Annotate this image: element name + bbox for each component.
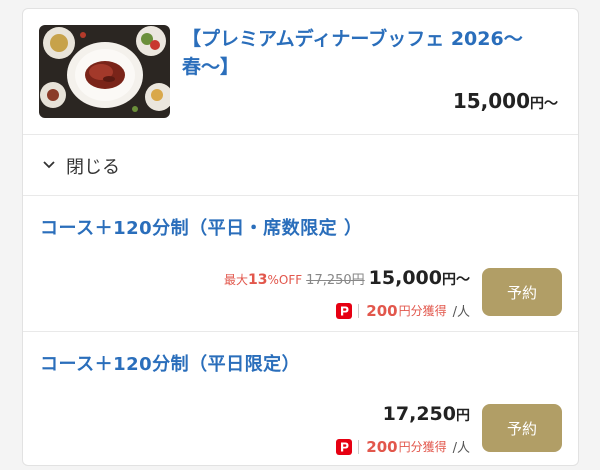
points-value: 200 (366, 301, 398, 320)
points-line: 200 円分獲得 /人 (336, 437, 470, 456)
course-price: 17,250円 (382, 403, 470, 425)
divider (358, 439, 360, 454)
reserve-button[interactable]: 予約 (482, 268, 562, 316)
course-row: コース＋120分制（平日限定） 17,250円 200 円分獲得 /人 予約 (23, 333, 578, 465)
collapse-label: 閉じる (66, 157, 120, 178)
plan-price-unit: 円〜 (530, 96, 558, 112)
paypay-icon (336, 302, 353, 319)
plan-title-link[interactable]: 【プレミアムディナーブッフェ 2026〜春〜】 (182, 25, 562, 81)
course-price-line: 17,250円 (379, 403, 470, 425)
plan-thumbnail-image[interactable] (39, 25, 170, 118)
course-title-link[interactable]: コース＋120分制（平日限定） (40, 350, 300, 376)
points-value: 200 (366, 437, 398, 456)
course-price-line: 最大13%OFF 17,250円 15,000円〜 (224, 267, 470, 289)
course-row: コース＋120分制（平日・席数限定 ） 最大13%OFF 17,250円 15,00… (23, 197, 578, 332)
plan-price: 15,000円〜 (453, 89, 558, 113)
chevron-down-icon (43, 161, 55, 169)
points-line: 200 円分獲得 /人 (336, 301, 470, 320)
reserve-button[interactable]: 予約 (482, 404, 562, 452)
points-suffix: 円分獲得 (398, 304, 447, 318)
points-suffix: 円分獲得 (398, 440, 447, 454)
course-title-link[interactable]: コース＋120分制（平日・席数限定 ） (40, 214, 362, 240)
paypay-icon (336, 438, 353, 455)
course-price: 15,000円〜 (368, 267, 470, 289)
discount-badge: 最大13%OFF (224, 272, 303, 288)
plan-header: 【プレミアムディナーブッフェ 2026〜春〜】 15,000円〜 (23, 9, 578, 135)
collapse-toggle[interactable]: 閉じる (23, 136, 578, 196)
original-price: 17,250円 (306, 273, 365, 288)
plan-price-value: 15,000 (452, 89, 530, 113)
per-person-label: /人 (452, 441, 470, 456)
divider (358, 303, 360, 318)
plan-card: 【プレミアムディナーブッフェ 2026〜春〜】 15,000円〜 閉じる コース… (22, 8, 579, 466)
per-person-label: /人 (452, 305, 470, 320)
